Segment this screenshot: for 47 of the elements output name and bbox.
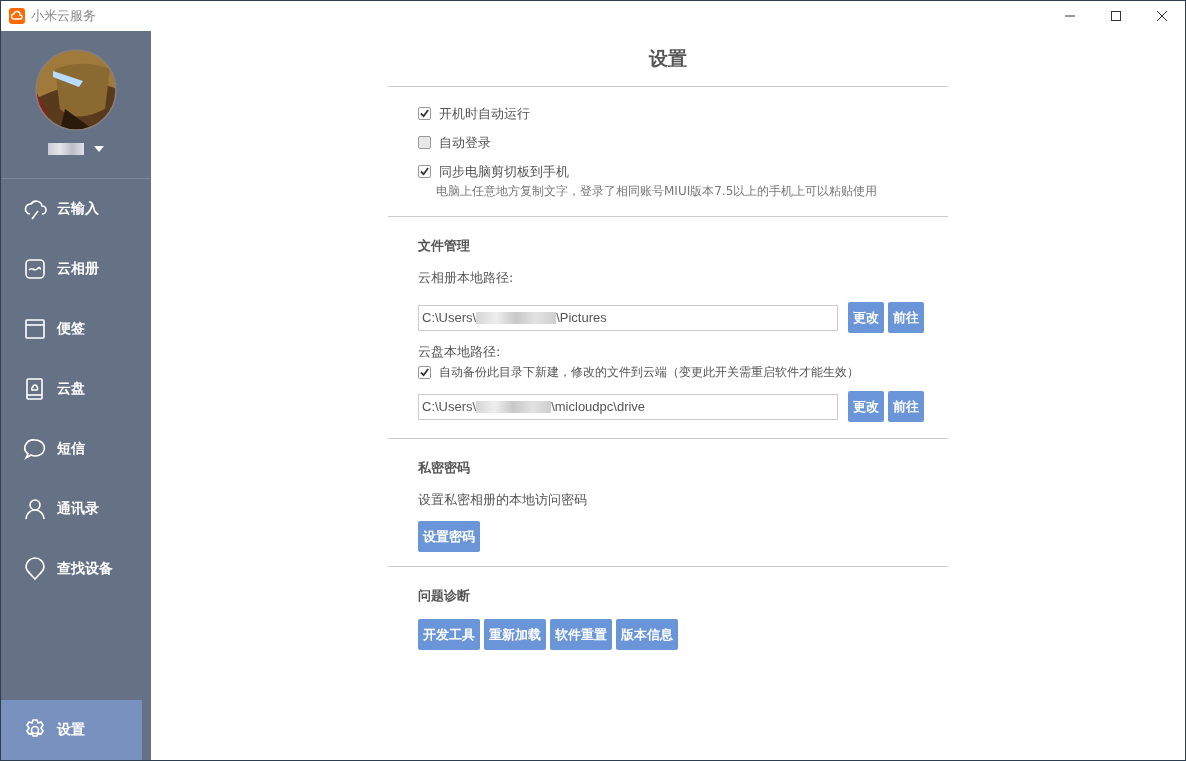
cloud-icon	[23, 197, 47, 221]
hint-text: 电脑上任意地方复制文字，登录了相同账号MIUI版本7.5以上的手机上可以粘贴使用	[435, 183, 879, 200]
sidebar-item[interactable]: 短信	[1, 419, 142, 479]
checkbox[interactable]	[418, 165, 431, 178]
field-label: 云相册本地路径:	[418, 269, 515, 287]
path-button[interactable]: 前往	[888, 391, 924, 422]
diagnostic-button[interactable]: 版本信息	[616, 619, 678, 650]
person-icon	[23, 497, 47, 521]
section-title: 文件管理	[418, 237, 471, 255]
window-title: 小米云服务	[31, 7, 96, 25]
section-title: 私密密码	[418, 459, 471, 477]
checkbox[interactable]	[418, 107, 431, 120]
sidebar-item[interactable]: 便签	[1, 299, 142, 359]
sidebar-item[interactable]: 云盘	[1, 359, 142, 419]
path-field[interactable]: C:\Users\ \Pictures	[418, 304, 838, 331]
sidebar-item[interactable]: 云输入	[1, 179, 142, 239]
sidebar-item[interactable]: 云相册	[1, 239, 142, 299]
path-button[interactable]: 更改	[848, 302, 884, 333]
sidebar-item[interactable]: 查找设备	[1, 539, 142, 599]
description-text: 设置私密相册的本地访问密码	[418, 491, 588, 509]
close-icon	[1157, 11, 1167, 21]
path-button[interactable]: 前往	[888, 302, 924, 333]
page-title: 设置	[388, 31, 948, 87]
path-button[interactable]: 更改	[848, 391, 884, 422]
checkbox-label: 自动备份此目录下新建，修改的文件到云端（变更此开关需重启软件才能生效）	[439, 363, 859, 381]
cloud-logo-icon	[9, 8, 25, 24]
maximize-icon	[1111, 11, 1121, 21]
field-label: 云盘本地路径:	[418, 343, 502, 361]
checkbox[interactable]	[418, 365, 431, 379]
path-field[interactable]: C:\Users\ \micloudpc\drive	[418, 393, 838, 420]
redacted-blur	[48, 143, 84, 155]
diagnostic-button[interactable]: 重新加载	[484, 619, 546, 650]
set-password-button[interactable]: 设置密码	[418, 521, 480, 552]
section-title: 问题诊断	[418, 587, 471, 605]
caret-icon[interactable]	[94, 146, 104, 152]
image-icon	[23, 257, 47, 281]
chat-icon	[23, 437, 47, 461]
diagnostic-button[interactable]: 开发工具	[418, 619, 480, 650]
checkbox-label: 自动登录	[439, 133, 491, 152]
note-icon	[23, 317, 47, 341]
checkbox-label: 开机时自动运行	[439, 104, 530, 123]
sidebar-item[interactable]: 通讯录	[1, 479, 142, 539]
diagnostic-button[interactable]: 软件重置	[550, 619, 612, 650]
checkbox[interactable]	[418, 136, 431, 149]
checkbox-label: 同步电脑剪切板到手机	[439, 162, 569, 181]
location-icon	[23, 557, 47, 581]
sidebar-item[interactable]: 设置	[1, 700, 142, 760]
